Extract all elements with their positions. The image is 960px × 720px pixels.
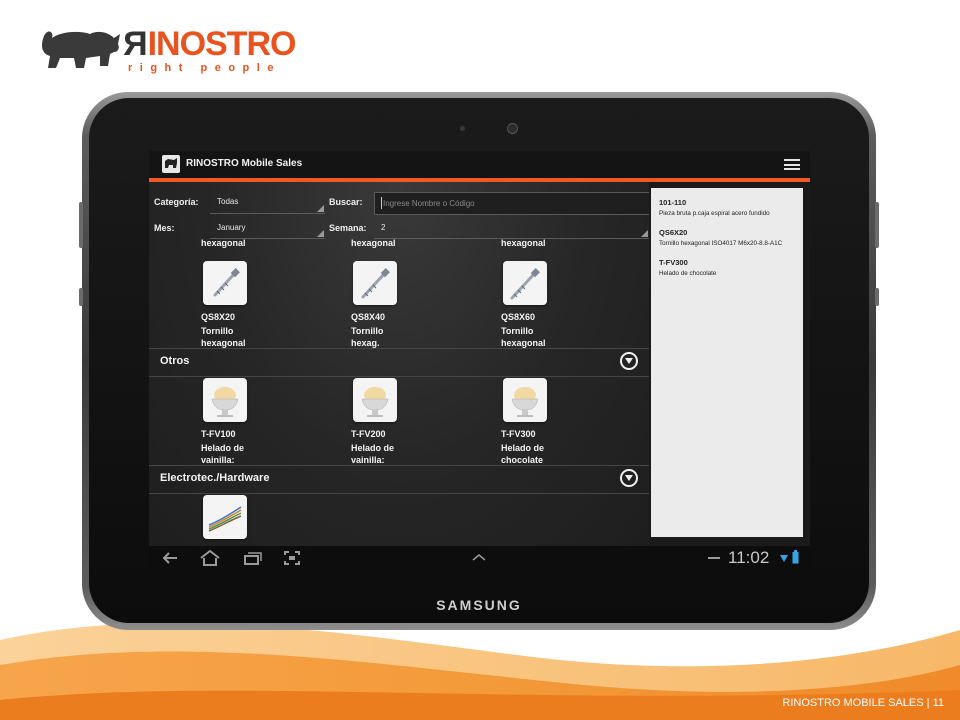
app-title: RINOSTRO Mobile Sales (186, 158, 303, 169)
section-title: Electrotec./Hardware (160, 472, 270, 484)
footer-label: RINOSTRO MOBILE SALES (782, 697, 924, 709)
side-button-left-lower (79, 288, 83, 306)
recent-apps-icon[interactable] (243, 550, 263, 566)
back-icon[interactable] (161, 550, 179, 566)
product-name: Helado de (501, 443, 545, 453)
logo-tagline: right people (128, 62, 281, 74)
product-name-partial: hexagonal (201, 238, 246, 248)
product-name-partial: hexagonal (501, 238, 546, 248)
product-code: T-FV300 (501, 429, 536, 439)
system-navigation-bar: 11:02 (149, 546, 810, 570)
product-code: T-FV100 (201, 429, 236, 439)
footer-separator: | (926, 697, 930, 709)
order-item-code: 101-110 (659, 198, 687, 207)
semana-dropdown-icon[interactable] (641, 230, 648, 237)
buscar-label: Buscar: (329, 197, 363, 207)
slide-footer: RINOSTRO MOBILE SALES | 11 (782, 697, 944, 709)
battery-icon (792, 550, 799, 564)
side-button-left (79, 202, 83, 248)
mes-spinner[interactable]: January (217, 223, 245, 232)
section-header-electrotec-hardware[interactable]: Electrotec./Hardware (149, 465, 649, 494)
product-name-partial: hexagonal (351, 238, 396, 248)
cable-icon (203, 495, 247, 539)
app-action-bar: RINOSTRO Mobile Sales (149, 151, 810, 178)
semana-label: Semana: (329, 223, 367, 233)
clock[interactable]: 11:02 (728, 548, 769, 568)
order-item-description: Tornillo hexagonal ISO4017 M6x20-8.8-A1C (659, 240, 783, 247)
ice-cream-icon (203, 378, 247, 422)
light-sensor (460, 126, 465, 131)
order-item-description: Helado de chocolate (659, 270, 717, 277)
chevron-down-circle-icon[interactable] (620, 469, 638, 487)
product-code: QS8X40 (351, 312, 386, 322)
search-input[interactable]: Ingrese Nombre o Código (374, 192, 649, 215)
product-name: Helado de (201, 443, 245, 453)
order-item[interactable]: 101-110 Pieza bruta p.caja espiral acero… (659, 198, 803, 218)
wifi-icon (780, 555, 788, 562)
section-title: Otros (160, 355, 190, 367)
chevron-down-circle-icon[interactable] (620, 352, 638, 370)
order-item[interactable]: QS6X20 Tornillo hexagonal ISO4017 M6x20-… (659, 228, 803, 248)
text-cursor (381, 197, 382, 209)
categoria-label: Categoría: (154, 197, 199, 207)
side-button-right (875, 202, 879, 248)
notification-dash (708, 557, 720, 559)
order-item-code: T-FV300 (659, 258, 688, 267)
product-name: Helado de (351, 443, 395, 453)
chevron-up-icon[interactable] (471, 552, 487, 562)
side-button-right-lower (875, 288, 879, 306)
categoria-underline (210, 213, 325, 214)
screenshot-icon[interactable] (283, 550, 301, 566)
rinostro-logo: RINOSTRO right people (38, 22, 298, 78)
logo-wordmark: RINOSTRO (124, 25, 296, 63)
search-placeholder: Ingrese Nombre o Código (383, 199, 475, 208)
mes-label: Mes: (154, 223, 175, 233)
screw-icon (203, 261, 247, 305)
product-name: Tornillo (501, 326, 534, 336)
categoria-spinner[interactable]: Todas (217, 197, 238, 206)
screw-icon (353, 261, 397, 305)
page-number: 11 (932, 697, 944, 709)
categoria-dropdown-icon[interactable] (317, 205, 324, 212)
mes-dropdown-icon[interactable] (317, 230, 324, 237)
product-code: QS8X20 (201, 312, 236, 322)
semana-spinner[interactable]: 2 (381, 223, 385, 232)
rhino-logo-icon[interactable] (162, 155, 180, 173)
ice-cream-icon (503, 378, 547, 422)
order-item-description: Pieza bruta p.caja espiral acero fundido (659, 210, 770, 217)
hamburger-menu-icon[interactable] (784, 159, 800, 170)
screw-icon (503, 261, 547, 305)
device-brand: SAMSUNG (436, 597, 522, 613)
product-code: T-FV200 (351, 429, 386, 439)
catalog-area: Categoría: Todas Buscar: Ingrese Nombre … (149, 182, 649, 546)
order-panel: 101-110 Pieza bruta p.caja espiral acero… (651, 188, 803, 537)
home-icon[interactable] (199, 549, 221, 567)
product-code: QS8X60 (501, 312, 536, 322)
rhino-icon (42, 31, 120, 68)
product-name: Tornillo (201, 326, 234, 336)
product-name: Tornillo (351, 326, 384, 336)
front-camera (507, 123, 518, 134)
order-item[interactable]: T-FV300 Helado de chocolate (659, 258, 803, 278)
order-item-code: QS6X20 (659, 228, 688, 237)
section-header-otros[interactable]: Otros (149, 348, 649, 377)
app-screen: RINOSTRO Mobile Sales Categoría: Todas B… (149, 151, 810, 570)
ice-cream-icon (353, 378, 397, 422)
